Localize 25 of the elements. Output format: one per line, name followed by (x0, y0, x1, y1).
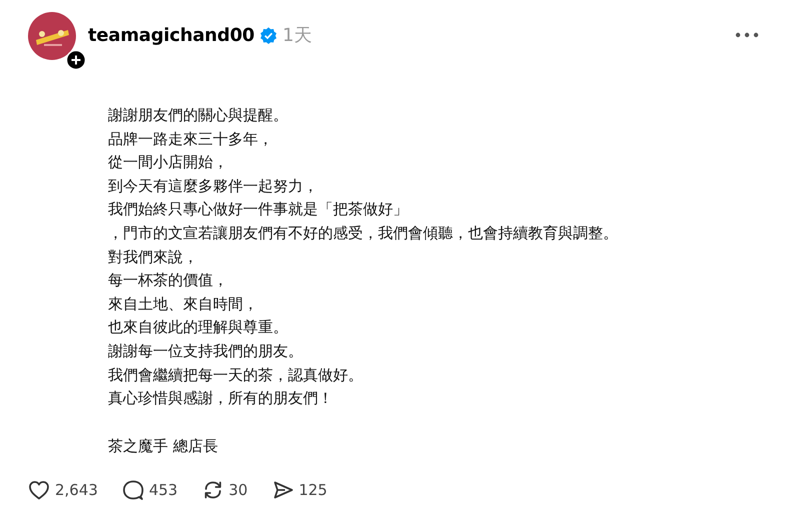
post-text-line: 從一間小店開始， (108, 152, 229, 174)
post-text-line: 也來自彼此的理解與尊重。 (108, 317, 289, 338)
post-text-line: 謝謝朋友們的關心與提醒。 (108, 105, 289, 126)
signature-text: 茶之魔手 總店長 (108, 436, 219, 457)
post-text-line: 品牌一路走來三十多年， (108, 128, 274, 150)
post-text-line: 到今天有這麼多夥伴一起努力， (108, 176, 319, 197)
post-text-line: 謝謝每一位支持我們的朋友。 (108, 340, 304, 362)
post-text-line: 來自土地、來自時間， (108, 294, 259, 315)
reply-button[interactable]: 453 (122, 479, 178, 502)
post-text-line: ，門市的文宣若讓朋友們有不好的感受，我們會傾聽，也會持續教育與調整。 (108, 222, 619, 244)
share-button[interactable]: 125 (272, 479, 328, 502)
username[interactable]: teamagichand00 (88, 24, 254, 46)
like-button[interactable]: 2,643 (28, 479, 98, 502)
repost-button[interactable]: 30 (202, 479, 248, 502)
heart-icon (28, 479, 50, 502)
post-text-line: 每一杯茶的價值， (108, 270, 229, 292)
speech-bubble-icon (122, 479, 144, 502)
post-text-line: 我們始終只專心做好一件事就是「把茶做好」 (108, 199, 409, 220)
send-icon (272, 479, 294, 502)
post-text-line: 真心珍惜與感謝，所有的朋友們！ (108, 388, 334, 410)
post-time: 1天 (282, 24, 312, 47)
more-icon[interactable] (735, 32, 759, 38)
follow-plus-icon[interactable] (66, 50, 86, 70)
post-text-line: 我們會繼續把每一天的茶，認真做好。 (108, 364, 364, 386)
post-text-line: 對我們來說， (108, 246, 199, 268)
